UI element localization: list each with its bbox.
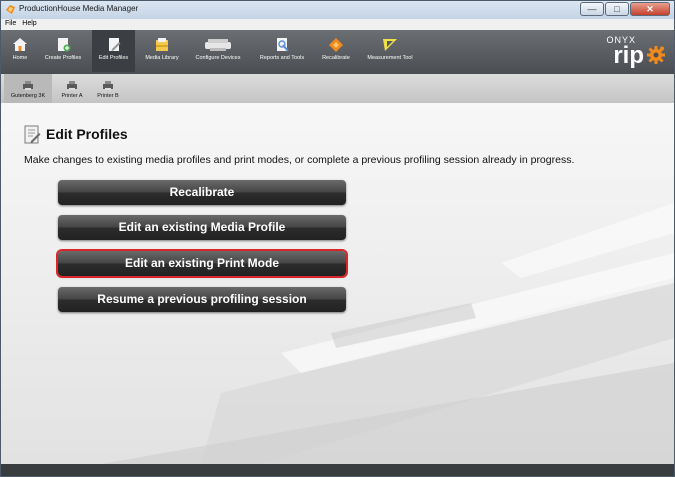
printer-tab-printer-a[interactable]: Printer A <box>56 74 88 103</box>
menu-bar: File Help <box>1 19 674 30</box>
reports-icon <box>277 38 289 52</box>
printer-bar: Gutenberg 3K Printer A Printer B <box>1 74 674 103</box>
printer-tab-gutenberg-3k[interactable]: Gutenberg 3K <box>4 74 52 103</box>
window-title: ProductionHouse Media Manager <box>19 4 139 13</box>
page-title: Edit Profiles <box>46 126 128 142</box>
printer-icon <box>103 81 113 90</box>
toolbar-create-profiles[interactable]: Create Profiles <box>39 30 87 72</box>
resume-profiling-session-button[interactable]: Resume a previous profiling session <box>58 287 346 312</box>
edit-profiles-icon <box>24 125 41 144</box>
app-window: ProductionHouse Media Manager — □ ✕ File… <box>0 0 675 477</box>
media-library-icon <box>156 38 168 51</box>
toolbar-edit-profiles[interactable]: Edit Profiles <box>92 30 135 72</box>
recalibrate-icon <box>329 38 343 52</box>
status-bar <box>1 464 674 476</box>
app-logo-icon <box>6 5 15 14</box>
measurement-icon <box>383 39 397 51</box>
toolbar-reports-and-tools[interactable]: Reports and Tools <box>253 30 311 72</box>
page-description: Make changes to existing media profiles … <box>24 154 575 166</box>
printer-icon <box>23 81 33 90</box>
edit-print-mode-button[interactable]: Edit an existing Print Mode <box>56 249 348 278</box>
minimize-button[interactable]: — <box>580 2 604 16</box>
printer-tab-printer-b[interactable]: Printer B <box>92 74 124 103</box>
toolbar-home[interactable]: Home <box>7 30 33 72</box>
main-toolbar: Home Create Profiles Edit Profiles Media… <box>1 30 674 74</box>
rip-gear-logo-icon <box>647 46 665 64</box>
toolbar-configure-devices[interactable]: Configure Devices <box>189 30 247 72</box>
recalibrate-button[interactable]: Recalibrate <box>58 180 346 205</box>
home-icon <box>13 38 27 51</box>
menu-help[interactable]: Help <box>18 19 38 27</box>
edit-media-profile-button[interactable]: Edit an existing Media Profile <box>58 215 346 240</box>
title-bar: ProductionHouse Media Manager — □ ✕ <box>1 1 674 19</box>
toolbar-media-library[interactable]: Media Library <box>140 30 184 72</box>
printer-icon <box>67 81 77 90</box>
toolbar-recalibrate[interactable]: Recalibrate <box>317 30 355 72</box>
menu-file[interactable]: File <box>1 19 18 27</box>
toolbar-measurement-tool[interactable]: Measurement Tool <box>361 30 419 72</box>
main-content: Edit Profiles Make changes to existing m… <box>1 103 674 464</box>
close-button[interactable]: ✕ <box>630 2 670 16</box>
printer-icon <box>205 39 231 51</box>
brand-rip-text: rip <box>613 42 644 69</box>
create-profiles-icon <box>58 38 71 52</box>
maximize-button[interactable]: □ <box>605 2 629 16</box>
edit-profiles-icon <box>108 38 120 51</box>
page-heading: Edit Profiles <box>23 124 128 144</box>
